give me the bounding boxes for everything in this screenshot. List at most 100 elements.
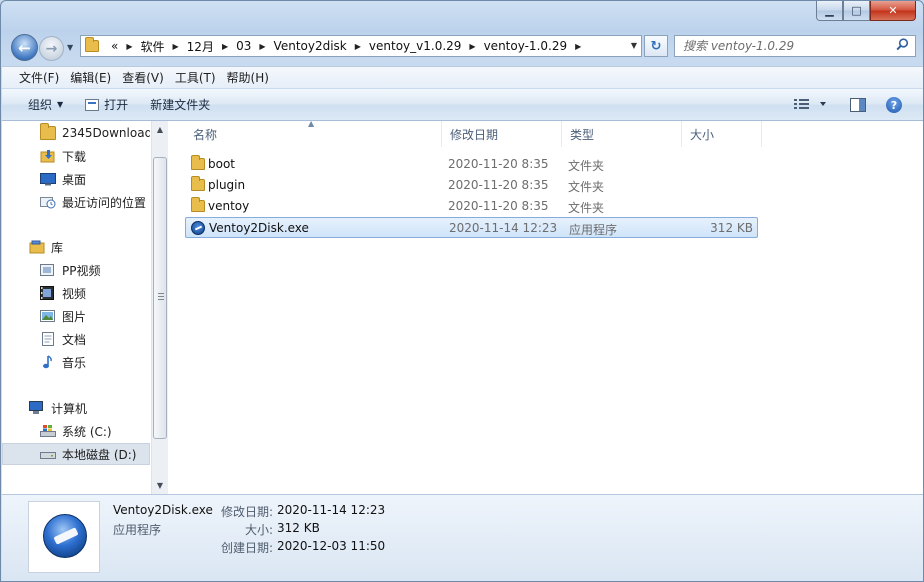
nav-item-label: 系统 (C:) (62, 424, 112, 439)
chevron-right-icon[interactable]: ▶ (171, 42, 181, 51)
nav-item-network[interactable] (2, 487, 150, 494)
file-list-pane[interactable]: ▲ 名称 修改日期 类型 大小 boot 2020-11-20 8:35 文件夹 (169, 119, 923, 494)
videos-icon (40, 286, 54, 300)
column-label: 名称 (193, 127, 218, 142)
details-created-value: 2020-12-03 11:50 (277, 539, 386, 553)
new-folder-button[interactable]: 新建文件夹 (142, 96, 218, 113)
file-name: plugin (208, 178, 246, 192)
breadcrumb-item[interactable]: ventoy_v1.0.29 (363, 39, 468, 53)
nav-item-recent-places[interactable]: 最近访问的位置 (2, 191, 150, 213)
nav-item-label: 桌面 (62, 172, 87, 187)
help-button[interactable]: ? (886, 96, 902, 114)
nav-item-system-drive[interactable]: 系统 (C:) (2, 420, 150, 442)
column-header-type[interactable]: 类型 (562, 121, 682, 147)
preview-pane-button[interactable] (850, 96, 866, 114)
scroll-up-arrow[interactable]: ▲ (152, 121, 168, 137)
file-size: 312 KB (710, 221, 753, 235)
navigation-pane[interactable]: 2345Downloads 下载 桌面 最近访问的位置 库 PP视频 视频 图片… (2, 121, 150, 494)
breadcrumb-overflow[interactable]: « (105, 39, 124, 53)
nav-item-documents[interactable]: 文档 (2, 328, 150, 350)
nav-pane-scrollbar[interactable]: ▲ ▼ (151, 121, 168, 494)
nav-item-pictures[interactable]: 图片 (2, 305, 150, 327)
help-icon: ? (886, 97, 902, 113)
scroll-thumb[interactable] (153, 157, 167, 439)
breadcrumb-item[interactable]: ventoy-1.0.29 (478, 39, 574, 53)
nav-item-desktop[interactable]: 桌面 (2, 168, 150, 190)
file-date: 2020-11-20 8:35 (448, 178, 549, 192)
search-icon[interactable] (896, 38, 909, 51)
forward-button[interactable]: → (39, 36, 64, 61)
menu-file[interactable]: 文件(F) (14, 69, 64, 86)
menu-tools[interactable]: 工具(T) (170, 69, 221, 86)
column-header-date[interactable]: 修改日期 (442, 121, 562, 147)
nav-item-libraries[interactable]: 库 (2, 236, 150, 258)
folder-icon (40, 123, 56, 140)
open-icon (85, 98, 100, 111)
nav-item-label: 计算机 (51, 401, 88, 416)
file-type: 文件夹 (568, 159, 605, 173)
close-button[interactable]: ✕ (870, 1, 916, 21)
details-file-type: 应用程序 (113, 523, 162, 537)
search-input[interactable] (683, 39, 883, 53)
file-type: 文件夹 (568, 201, 605, 215)
menu-edit[interactable]: 编辑(E) (65, 69, 116, 86)
maximize-button[interactable]: □ (843, 1, 870, 21)
details-modified-label: 修改日期: (220, 505, 273, 519)
minimize-button[interactable]: ▁ (816, 1, 843, 21)
file-row-ventoy[interactable]: ventoy 2020-11-20 8:35 文件夹 (185, 196, 758, 217)
column-label: 大小 (690, 127, 715, 142)
chevron-right-icon[interactable]: ▶ (467, 42, 477, 51)
music-icon (43, 355, 52, 369)
file-row-ventoy2disk-exe[interactable]: Ventoy2Disk.exe 2020-11-14 12:23 应用程序 31… (185, 217, 758, 238)
menu-help[interactable]: 帮助(H) (222, 69, 274, 86)
chevron-right-icon[interactable]: ▶ (124, 42, 134, 51)
file-date: 2020-11-14 12:23 (449, 221, 558, 235)
address-bar[interactable]: « ▶ 软件 ▶ 12月 ▶ 03 ▶ Ventoy2disk ▶ ventoy… (80, 35, 642, 57)
nav-item-label: PP视频 (62, 263, 101, 278)
breadcrumb-item[interactable]: 12月 (181, 38, 220, 55)
address-history-dropdown[interactable]: ▼ (631, 41, 637, 50)
refresh-button[interactable]: ↻ (644, 35, 668, 57)
back-button[interactable]: ← (11, 34, 38, 61)
file-date: 2020-11-20 8:35 (448, 157, 549, 171)
system-drive-icon (40, 425, 56, 437)
computer-icon (29, 401, 43, 414)
menu-view[interactable]: 查看(V) (117, 69, 169, 86)
nav-item-music[interactable]: 音乐 (2, 351, 150, 373)
nav-item-label: 图片 (62, 309, 87, 324)
organize-button[interactable]: 组织 ▼ (20, 96, 71, 113)
nav-item-videos[interactable]: 视频 (2, 282, 150, 304)
breadcrumb-item[interactable]: 软件 (135, 38, 171, 55)
chevron-right-icon[interactable]: ▶ (573, 42, 583, 51)
nav-item-pp-video[interactable]: PP视频 (2, 259, 150, 281)
nav-item-2345downloads[interactable]: 2345Downloads (2, 122, 150, 144)
details-created-label: 创建日期: (220, 541, 273, 555)
scroll-down-arrow[interactable]: ▼ (152, 477, 168, 493)
nav-item-downloads[interactable]: 下载 (2, 145, 150, 167)
downloads-folder-icon (40, 150, 55, 163)
details-size-value: 312 KB (277, 521, 320, 535)
nav-item-local-drive-d[interactable]: 本地磁盘 (D:) (2, 443, 150, 465)
pictures-icon (40, 310, 55, 322)
chevron-right-icon[interactable]: ▶ (353, 42, 363, 51)
view-list-icon (794, 99, 826, 109)
chevron-right-icon[interactable]: ▶ (257, 42, 267, 51)
open-button[interactable]: 打开 (77, 96, 136, 113)
folder-icon (85, 37, 99, 52)
column-header-name[interactable]: 名称 (185, 121, 442, 147)
recent-pages-dropdown[interactable]: ▼ (67, 43, 73, 52)
search-box[interactable] (674, 35, 916, 57)
forward-arrow-icon: → (45, 40, 58, 57)
column-header-size[interactable]: 大小 (682, 121, 762, 147)
breadcrumb-item[interactable]: Ventoy2disk (268, 39, 353, 53)
nav-item-computer[interactable]: 计算机 (2, 397, 150, 419)
exe-icon (191, 221, 205, 235)
desktop-icon (40, 173, 56, 186)
breadcrumb-item[interactable]: 03 (230, 39, 257, 53)
nav-item-label: 文档 (62, 332, 87, 347)
details-size-label: 大小: (244, 523, 273, 537)
file-row-boot[interactable]: boot 2020-11-20 8:35 文件夹 (185, 154, 758, 175)
change-view-button[interactable] (794, 96, 826, 114)
chevron-right-icon[interactable]: ▶ (220, 42, 230, 51)
file-row-plugin[interactable]: plugin 2020-11-20 8:35 文件夹 (185, 175, 758, 196)
